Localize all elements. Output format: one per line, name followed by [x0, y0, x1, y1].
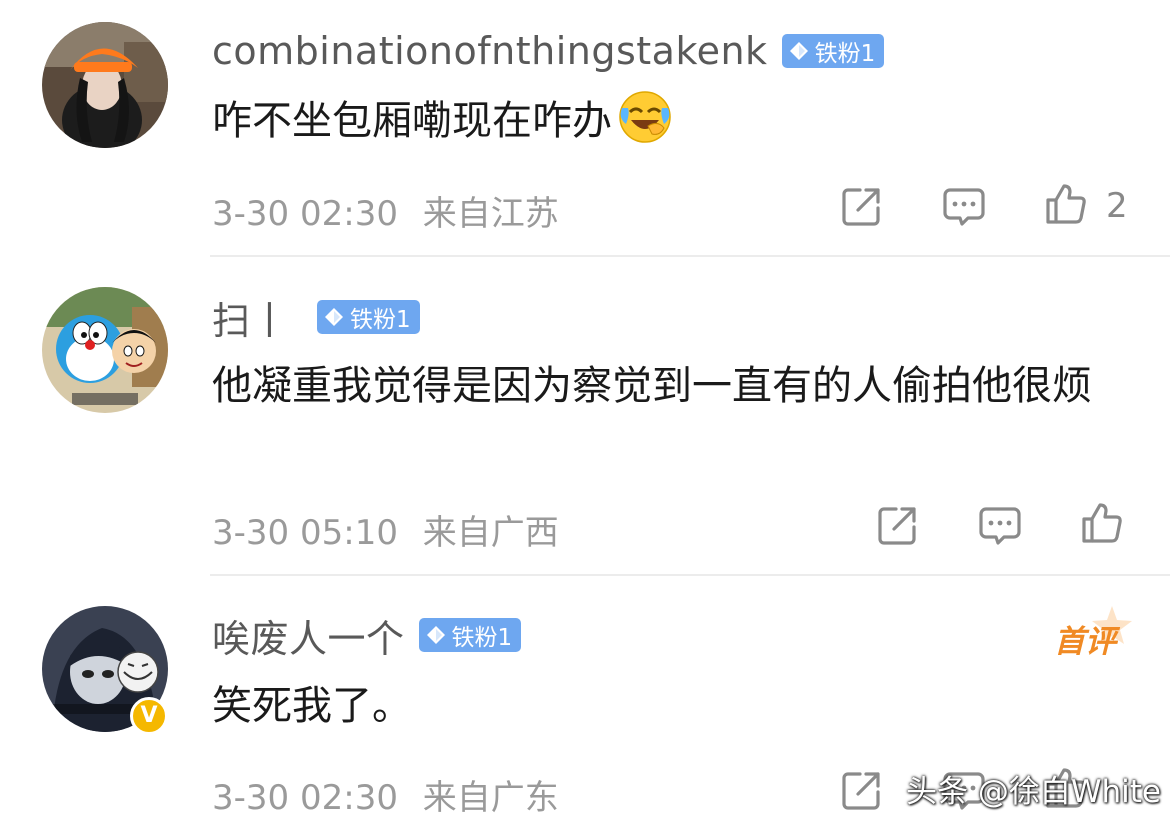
diamond-icon	[789, 42, 808, 60]
share-button[interactable]	[876, 503, 920, 547]
comment-location: 来自江苏	[422, 194, 559, 234]
share-icon	[842, 772, 880, 810]
like-count: 2	[1106, 186, 1128, 226]
username[interactable]: 唉废人一个	[212, 608, 405, 663]
comment-header: 唉废人一个 铁粉1	[212, 608, 522, 663]
share-button[interactable]	[840, 184, 884, 228]
like-button[interactable]	[1080, 501, 1124, 545]
badge-label: 铁粉1	[451, 625, 513, 651]
watermark: 头条 @徐白White	[906, 774, 1161, 810]
comment-body: 咋不坐包厢嘞现在咋办	[212, 98, 612, 144]
diamond-icon	[325, 308, 344, 326]
like-button[interactable]	[1044, 182, 1088, 226]
avatar[interactable]	[42, 22, 168, 148]
comment-time: 3-30 02:30	[212, 778, 398, 818]
face-with-tears-of-joy-icon	[619, 91, 671, 143]
comment-meta: 3-30 05:10 来自广西	[212, 505, 559, 554]
thumbs-up-icon	[1082, 503, 1122, 543]
divider	[210, 255, 1170, 257]
comment-text: 笑死我了。	[212, 683, 412, 729]
comment-text: 他凝重我觉得是因为察觉到一直有的人偷拍他很烦	[212, 363, 1092, 409]
divider	[210, 574, 1170, 576]
avatar[interactable]	[42, 287, 168, 413]
diamond-icon	[426, 626, 445, 644]
first-comment-label: 首评	[1054, 624, 1116, 660]
comment-time: 3-30 02:30	[212, 194, 398, 234]
comment-button[interactable]	[978, 503, 1022, 547]
username[interactable]: combinationofnthingstakenk	[212, 29, 768, 73]
comment-header: 扫丨 铁粉1	[212, 290, 420, 345]
comment-header: combinationofnthingstakenk 铁粉1	[212, 26, 885, 76]
comment-icon	[979, 507, 1021, 545]
comment-icon	[943, 188, 985, 226]
badge-label: 铁粉1	[814, 41, 876, 67]
comment-text: 咋不坐包厢嘞现在咋办	[212, 88, 1112, 154]
share-icon	[878, 507, 916, 545]
fan-badge[interactable]: 铁粉1	[781, 34, 885, 68]
fan-badge[interactable]: 铁粉1	[317, 300, 420, 334]
fan-badge[interactable]: 铁粉1	[418, 618, 522, 652]
comment-location: 来自广西	[422, 513, 559, 553]
comment-meta: 3-30 02:30 来自广东	[212, 770, 559, 819]
thumbs-up-icon	[1046, 184, 1086, 224]
comment-time: 3-30 05:10	[212, 513, 398, 553]
badge-label: 铁粉1	[350, 307, 411, 333]
username[interactable]: 扫丨	[212, 290, 289, 345]
comment-meta: 3-30 02:30 来自江苏	[212, 186, 559, 235]
first-comment-tag: 首评	[1050, 604, 1134, 664]
share-icon	[842, 188, 880, 226]
comment-location: 来自广东	[422, 778, 559, 818]
share-button[interactable]	[840, 768, 884, 812]
verified-badge: V	[130, 697, 168, 735]
comment-button[interactable]	[942, 184, 986, 228]
